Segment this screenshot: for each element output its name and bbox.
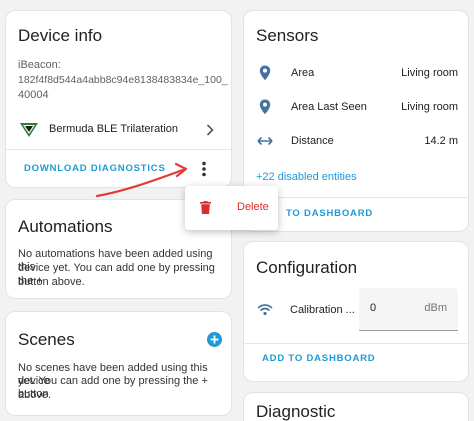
sensor-area-value: Living room	[401, 67, 458, 79]
diagnostic-card: Diagnostic	[243, 392, 469, 421]
sensor-row-area[interactable]: Area Living room	[244, 61, 468, 85]
ibeacon-id-line2: 40004	[18, 89, 49, 101]
trash-icon	[200, 201, 211, 214]
disabled-entities-link[interactable]: +22 disabled entities	[256, 171, 357, 183]
integration-row[interactable]: Bermuda BLE Trilateration	[6, 115, 231, 145]
calibration-value: 0	[370, 302, 377, 314]
automations-title: Automations	[18, 217, 113, 236]
map-marker-icon	[259, 65, 271, 81]
integration-name: Bermuda BLE Trilateration	[49, 123, 179, 135]
map-marker-icon	[259, 99, 271, 115]
configuration-title: Configuration	[256, 258, 358, 277]
bermuda-logo-icon	[20, 123, 38, 137]
device-info-card: Device info iBeacon: 182f4f8d544a4abb8c9…	[5, 10, 232, 188]
sensor-area-label: Area	[291, 67, 315, 79]
calibration-unit: dBm	[424, 302, 447, 314]
sensors-add-to-dashboard-button[interactable]: TO DASHBOARD	[286, 208, 373, 219]
arrow-left-right-icon	[257, 136, 273, 146]
sensor-area-last-seen-label: Area Last Seen	[291, 101, 367, 113]
scenes-card: Scenes No scenes have been added using t…	[5, 311, 232, 416]
chevron-right-icon	[206, 124, 214, 136]
device-context-menu: Delete	[185, 186, 278, 230]
sensor-row-area-last-seen[interactable]: Area Last Seen Living room	[244, 95, 468, 119]
scenes-title: Scenes	[18, 330, 75, 349]
automations-empty-line3: button above.	[18, 276, 85, 288]
download-diagnostics-button[interactable]: DOWNLOAD DIAGNOSTICS	[24, 163, 166, 174]
add-scene-plus-icon[interactable]	[207, 332, 222, 347]
sensor-distance-label: Distance	[291, 135, 334, 147]
more-vertical-icon[interactable]	[201, 161, 207, 177]
calibration-input[interactable]: 0 dBm	[359, 288, 458, 331]
diagnostic-title: Diagnostic	[256, 402, 336, 421]
sensor-distance-value: 14.2 m	[424, 135, 458, 147]
sensor-area-last-seen-value: Living room	[401, 101, 458, 113]
calibration-label: Calibration ...	[290, 304, 355, 316]
configuration-add-to-dashboard-button[interactable]: ADD TO DASHBOARD	[262, 353, 375, 364]
ibeacon-label: iBeacon:	[18, 59, 61, 71]
sensor-row-distance[interactable]: Distance 14.2 m	[244, 129, 468, 153]
delete-label: Delete	[237, 201, 269, 213]
sensors-title: Sensors	[256, 26, 319, 45]
delete-menu-item[interactable]: Delete	[185, 186, 278, 230]
device-info-title: Device info	[18, 26, 103, 45]
configuration-divider	[244, 343, 468, 344]
device-info-divider	[6, 149, 231, 150]
wifi-signal-icon	[257, 304, 273, 316]
ibeacon-id-line1: 182f4f8d544a4abb8c94e8138483834e_100_	[18, 74, 228, 86]
scenes-empty-line3: above.	[18, 389, 52, 401]
